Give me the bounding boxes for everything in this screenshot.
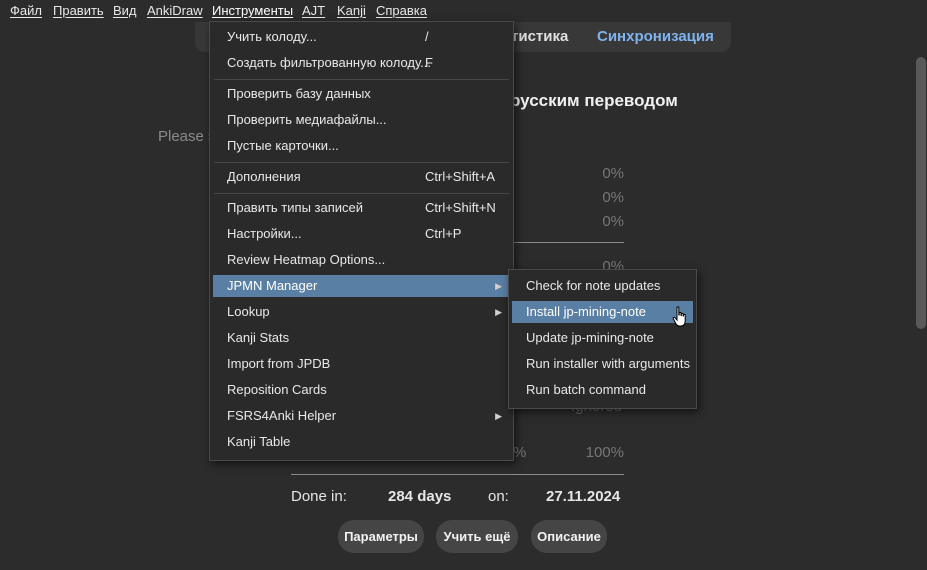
menu-ankidraw[interactable]: AnkiDraw bbox=[147, 3, 203, 19]
menu-item-import-jpdb[interactable]: Import from JPDB bbox=[213, 353, 510, 375]
menu-item-reposition-cards[interactable]: Reposition Cards bbox=[213, 379, 510, 401]
on-date-value: 27.11.2024 bbox=[546, 488, 621, 505]
menu-ajt[interactable]: AJT bbox=[302, 3, 325, 19]
menu-file[interactable]: Файл bbox=[10, 3, 42, 19]
menu-item-kanji-table[interactable]: Kanji Table bbox=[213, 431, 510, 453]
percent-partial: % bbox=[513, 444, 527, 461]
menu-item-label: JPMN Manager bbox=[227, 278, 318, 293]
submenu-item-batch-command[interactable]: Run batch command bbox=[512, 379, 693, 401]
menu-item-label: Check for note updates bbox=[526, 278, 661, 293]
menu-item-shortcut: Ctrl+Shift+N bbox=[425, 200, 496, 215]
hand-pointer-icon bbox=[672, 306, 686, 327]
menu-separator bbox=[214, 162, 509, 163]
deck-title: русским переводом bbox=[510, 91, 678, 110]
menu-separator bbox=[214, 79, 509, 80]
percent-value: 0% bbox=[602, 165, 624, 182]
menu-item-check-media[interactable]: Проверить медиафайлы... bbox=[213, 109, 510, 131]
triangle-right-icon: ▶ bbox=[495, 307, 502, 317]
menu-item-shortcut: F bbox=[425, 55, 433, 70]
menu-tools[interactable]: Инструменты bbox=[212, 3, 293, 19]
menu-item-lookup[interactable]: Lookup ▶ bbox=[213, 301, 510, 323]
jpmn-submenu: Check for note updates Install jp-mining… bbox=[508, 269, 697, 409]
percent-total: 100% bbox=[585, 444, 624, 461]
menu-item-addons[interactable]: Дополнения Ctrl+Shift+A bbox=[213, 166, 510, 188]
options-button[interactable]: Параметры bbox=[338, 520, 424, 553]
done-in-value: 284 days bbox=[388, 488, 452, 505]
menu-item-label: Пустые карточки... bbox=[227, 138, 339, 153]
menu-item-jpmn-manager[interactable]: JPMN Manager ▶ bbox=[213, 275, 510, 297]
menu-item-label: Дополнения bbox=[227, 169, 301, 184]
tab-sync[interactable]: Синхронизация bbox=[597, 28, 714, 45]
menu-help[interactable]: Справка bbox=[376, 3, 427, 19]
submenu-item-check-updates[interactable]: Check for note updates bbox=[512, 275, 693, 297]
menu-item-label: Kanji Table bbox=[227, 434, 291, 449]
tools-menu: Учить колоду... / Создать фильтрованную … bbox=[209, 21, 514, 461]
menu-item-label: FSRS4Anki Helper bbox=[227, 408, 337, 423]
menu-view[interactable]: Вид bbox=[113, 3, 137, 19]
menu-item-kanji-stats[interactable]: Kanji Stats bbox=[213, 327, 510, 349]
description-button[interactable]: Описание bbox=[531, 520, 607, 553]
divider bbox=[513, 242, 624, 243]
menu-item-shortcut: Ctrl+Shift+A bbox=[425, 169, 496, 184]
percent-value: 0% bbox=[602, 189, 624, 206]
prompt-text: Please s bbox=[158, 128, 216, 145]
menu-item-shortcut: / bbox=[425, 29, 429, 44]
done-in-label: Done in: bbox=[291, 488, 347, 505]
tab-stats[interactable]: тистика bbox=[511, 28, 568, 45]
menu-item-label: Править типы записей bbox=[227, 200, 364, 215]
menu-item-label: Проверить базу данных bbox=[227, 86, 371, 101]
menu-item-label: Kanji Stats bbox=[227, 330, 290, 345]
menu-item-label: Lookup bbox=[227, 304, 270, 319]
menu-item-label: Run installer with arguments bbox=[526, 356, 691, 371]
triangle-right-icon: ▶ bbox=[495, 281, 502, 291]
menu-item-label: Review Heatmap Options... bbox=[227, 252, 386, 267]
menu-item-label: Настройки... bbox=[227, 226, 302, 241]
menu-item-label: Run batch command bbox=[526, 382, 646, 397]
on-label: on: bbox=[488, 488, 509, 505]
menubar: Файл Править Вид AnkiDraw Инструменты AJ… bbox=[0, 0, 927, 22]
menu-item-preferences[interactable]: Настройки... Ctrl+P bbox=[213, 223, 510, 245]
menu-item-shortcut: Ctrl+P bbox=[425, 226, 462, 241]
menu-item-label: Создать фильтрованную колоду... bbox=[227, 55, 432, 70]
study-more-button[interactable]: Учить ещё bbox=[436, 520, 518, 553]
triangle-right-icon: ▶ bbox=[495, 411, 502, 421]
scrollbar[interactable] bbox=[916, 57, 926, 329]
menu-item-label: Install jp-mining-note bbox=[526, 304, 646, 319]
submenu-item-run-installer[interactable]: Run installer with arguments bbox=[512, 353, 693, 375]
menu-item-label: Учить колоду... bbox=[227, 29, 317, 44]
menu-item-empty-cards[interactable]: Пустые карточки... bbox=[213, 135, 510, 157]
menu-item-check-db[interactable]: Проверить базу данных bbox=[213, 83, 510, 105]
percent-value: 0% bbox=[602, 213, 624, 230]
divider bbox=[291, 474, 624, 475]
submenu-item-update[interactable]: Update jp-mining-note bbox=[512, 327, 693, 349]
menu-edit[interactable]: Править bbox=[53, 3, 104, 19]
menu-item-label: Reposition Cards bbox=[227, 382, 327, 397]
menu-item-fsrs-helper[interactable]: FSRS4Anki Helper ▶ bbox=[213, 405, 510, 427]
submenu-item-install[interactable]: Install jp-mining-note bbox=[512, 301, 693, 323]
menu-separator bbox=[214, 193, 509, 194]
menu-item-label: Проверить медиафайлы... bbox=[227, 112, 387, 127]
menu-item-label: Import from JPDB bbox=[227, 356, 331, 371]
menu-item-label: Update jp-mining-note bbox=[526, 330, 654, 345]
menu-item-review-heatmap[interactable]: Review Heatmap Options... bbox=[213, 249, 510, 271]
menu-item-study-deck[interactable]: Учить колоду... / bbox=[213, 26, 510, 48]
menu-item-note-types[interactable]: Править типы записей Ctrl+Shift+N bbox=[213, 197, 510, 219]
menu-item-create-filtered[interactable]: Создать фильтрованную колоду... F bbox=[213, 52, 510, 74]
menu-kanji[interactable]: Kanji bbox=[337, 3, 366, 19]
